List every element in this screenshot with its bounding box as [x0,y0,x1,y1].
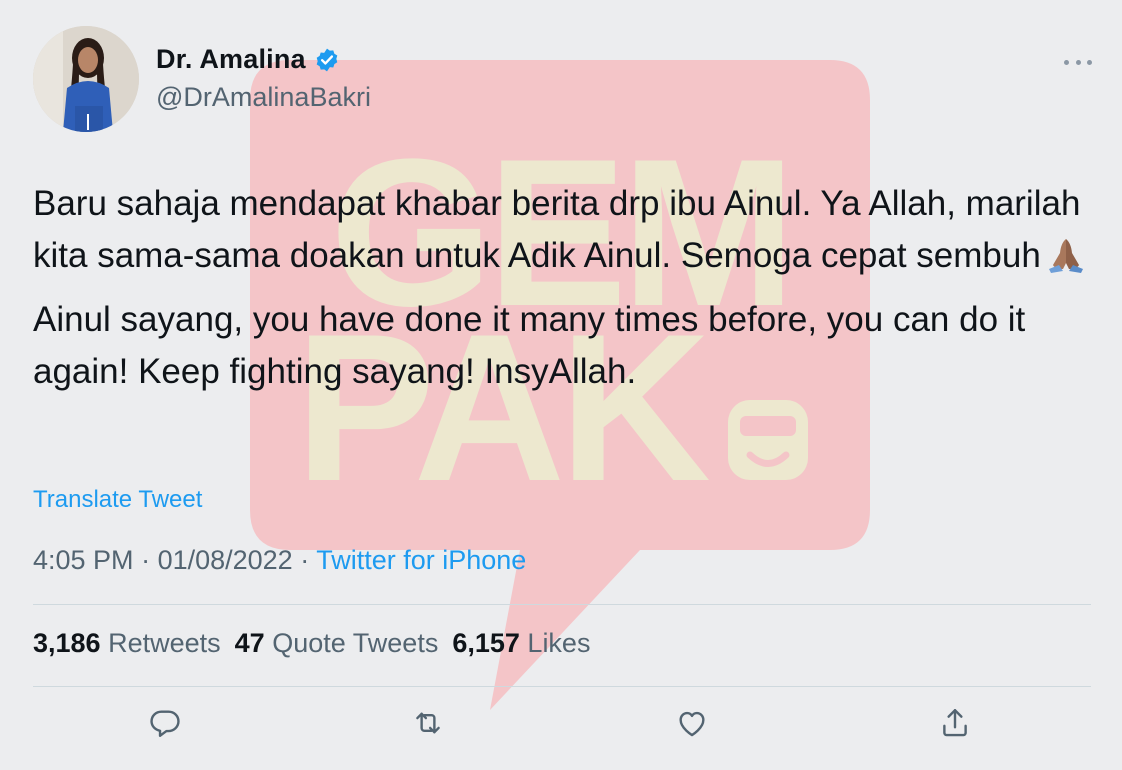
divider-top [33,604,1091,605]
avatar[interactable] [33,26,139,132]
tweet-paragraph-2: Ainul sayang, you have done it many time… [33,300,1026,391]
tweet-source-link[interactable]: Twitter for iPhone [316,545,526,575]
display-name[interactable]: Dr. Amalina [156,44,306,75]
display-name-row[interactable]: Dr. Amalina [156,44,340,75]
quote-tweets-label: Quote Tweets [272,628,439,658]
meta-separator-2: · [292,545,317,575]
share-icon[interactable] [938,706,972,740]
user-handle[interactable]: @DrAmalinaBakri [156,82,371,113]
divider-bottom [33,686,1091,687]
likes-stat[interactable]: 6,157 Likes [452,628,590,659]
like-icon[interactable] [675,706,709,740]
tweet-body: Baru sahaja mendapat khabar berita drp i… [33,178,1103,410]
verified-badge-icon [316,48,338,71]
quote-tweets-count: 47 [234,628,265,658]
reply-icon[interactable] [148,706,182,740]
tweet-stats: 3,186 Retweets 47 Quote Tweets 6,157 Lik… [33,628,590,659]
retweets-label: Retweets [108,628,221,658]
avatar-image [33,26,139,132]
meta-separator-1: · [133,545,158,575]
tweet-paragraph-1: Baru sahaja mendapat khabar berita drp i… [33,178,1103,282]
retweets-stat[interactable]: 3,186 Retweets [33,628,221,659]
tweet-text-1: Baru sahaja mendapat khabar berita drp i… [33,184,1081,275]
tweet-meta: 4:05 PM · 01/08/2022 · Twitter for iPhon… [33,545,526,576]
quote-tweets-stat[interactable]: 47 Quote Tweets [235,628,439,659]
more-options-icon[interactable] [1064,50,1092,74]
likes-label: Likes [527,628,591,658]
tweet-time[interactable]: 4:05 PM [33,545,134,575]
retweet-icon[interactable] [411,706,445,740]
tweet-card: Dr. Amalina @DrAmalinaBakri Baru sahaja … [0,0,1122,770]
translate-tweet-link[interactable]: Translate Tweet [33,486,202,514]
folded-hands-emoji [1048,239,1083,273]
retweets-count: 3,186 [33,628,101,658]
tweet-date[interactable]: 01/08/2022 [158,545,293,575]
likes-count: 6,157 [452,628,520,658]
tweet-actions [0,706,1122,746]
